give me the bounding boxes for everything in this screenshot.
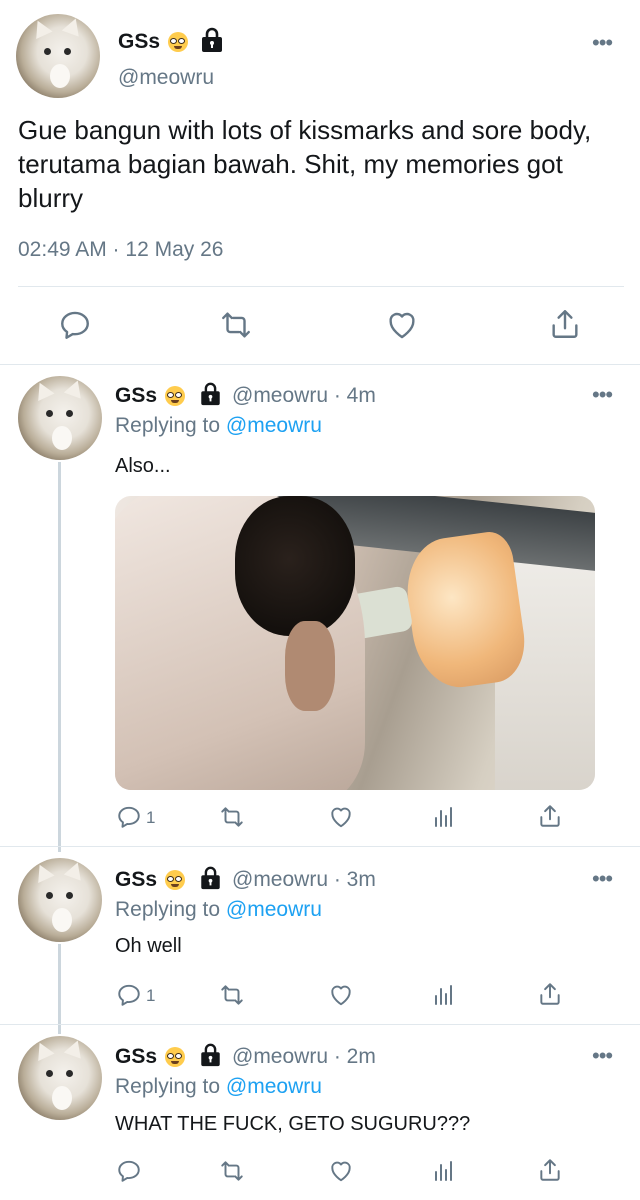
main-handle[interactable]: @meowru (118, 66, 214, 90)
replying-to: Replying to @meowru (115, 898, 322, 922)
retweet-icon[interactable] (218, 804, 246, 830)
main-avatar[interactable] (16, 14, 100, 98)
divider (0, 1024, 640, 1025)
reply-count: 1 (146, 986, 156, 1005)
analytics-icon[interactable] (432, 804, 456, 830)
analytics-icon[interactable] (432, 1158, 456, 1184)
reply-display-name[interactable]: GSs (115, 384, 157, 408)
divider (0, 846, 640, 847)
reply-handle-time[interactable]: @meowru · 2m (232, 1045, 376, 1069)
reply-icon[interactable] (116, 804, 142, 830)
reply-icon[interactable] (116, 1158, 142, 1184)
main-timestamp[interactable]: 02:49 AM · 12 May 26 (18, 238, 223, 262)
lock-icon (201, 866, 220, 890)
divider (0, 364, 640, 365)
reply-display-name[interactable]: GSs (115, 1045, 157, 1069)
replying-to: Replying to @meowru (115, 1075, 322, 1099)
lock-icon (202, 27, 222, 52)
replying-prefix: Replying to (115, 898, 226, 921)
share-icon[interactable] (537, 802, 563, 830)
like-icon[interactable] (327, 1158, 355, 1184)
like-icon[interactable] (327, 982, 355, 1008)
replying-to: Replying to @meowru (115, 414, 322, 438)
reply-display-name[interactable]: GSs (115, 868, 157, 892)
mention-link[interactable]: @meowru (226, 898, 322, 921)
reply-handle-time[interactable]: @meowru · 3m (232, 868, 376, 892)
share-icon[interactable] (548, 306, 582, 342)
share-icon[interactable] (537, 980, 563, 1008)
reply-more-options-icon[interactable]: ••• (592, 866, 613, 892)
thread-connector-line (58, 462, 61, 852)
nerd-face-emoji-icon (165, 386, 185, 406)
reply-photo[interactable] (115, 496, 595, 790)
lock-icon (201, 1043, 220, 1067)
reply-handle-time[interactable]: @meowru · 4m (232, 384, 376, 408)
retweet-icon[interactable] (218, 308, 254, 342)
reply-avatar[interactable] (18, 858, 102, 942)
reply-text: WHAT THE FUCK, GETO SUGURU??? (115, 1113, 471, 1135)
reply-more-options-icon[interactable]: ••• (592, 382, 613, 408)
share-icon[interactable] (537, 1156, 563, 1184)
reply-more-options-icon[interactable]: ••• (592, 1043, 613, 1069)
reply-avatar[interactable] (18, 1036, 102, 1120)
reply-count: 1 (146, 808, 156, 827)
like-icon[interactable] (384, 308, 420, 342)
reply-avatar[interactable] (18, 376, 102, 460)
nerd-face-emoji-icon (168, 32, 188, 52)
lock-icon (201, 382, 220, 406)
nerd-face-emoji-icon (165, 870, 185, 890)
main-more-options-icon[interactable]: ••• (592, 30, 613, 56)
main-display-name[interactable]: GSs (118, 30, 160, 54)
reply-text: Oh well (115, 935, 182, 957)
divider (18, 286, 624, 287)
replying-prefix: Replying to (115, 1075, 226, 1098)
mention-link[interactable]: @meowru (226, 1075, 322, 1098)
replying-prefix: Replying to (115, 414, 226, 437)
main-tweet-text: Gue bangun with lots of kissmarks and so… (18, 115, 592, 213)
nerd-face-emoji-icon (165, 1047, 185, 1067)
retweet-icon[interactable] (218, 1158, 246, 1184)
like-icon[interactable] (327, 804, 355, 830)
reply-text: Also... (115, 455, 171, 477)
reply-icon[interactable] (58, 308, 92, 342)
analytics-icon[interactable] (432, 982, 456, 1008)
retweet-icon[interactable] (218, 982, 246, 1008)
reply-icon[interactable] (116, 982, 142, 1008)
mention-link[interactable]: @meowru (226, 414, 322, 437)
thread-connector-line (58, 944, 61, 1034)
